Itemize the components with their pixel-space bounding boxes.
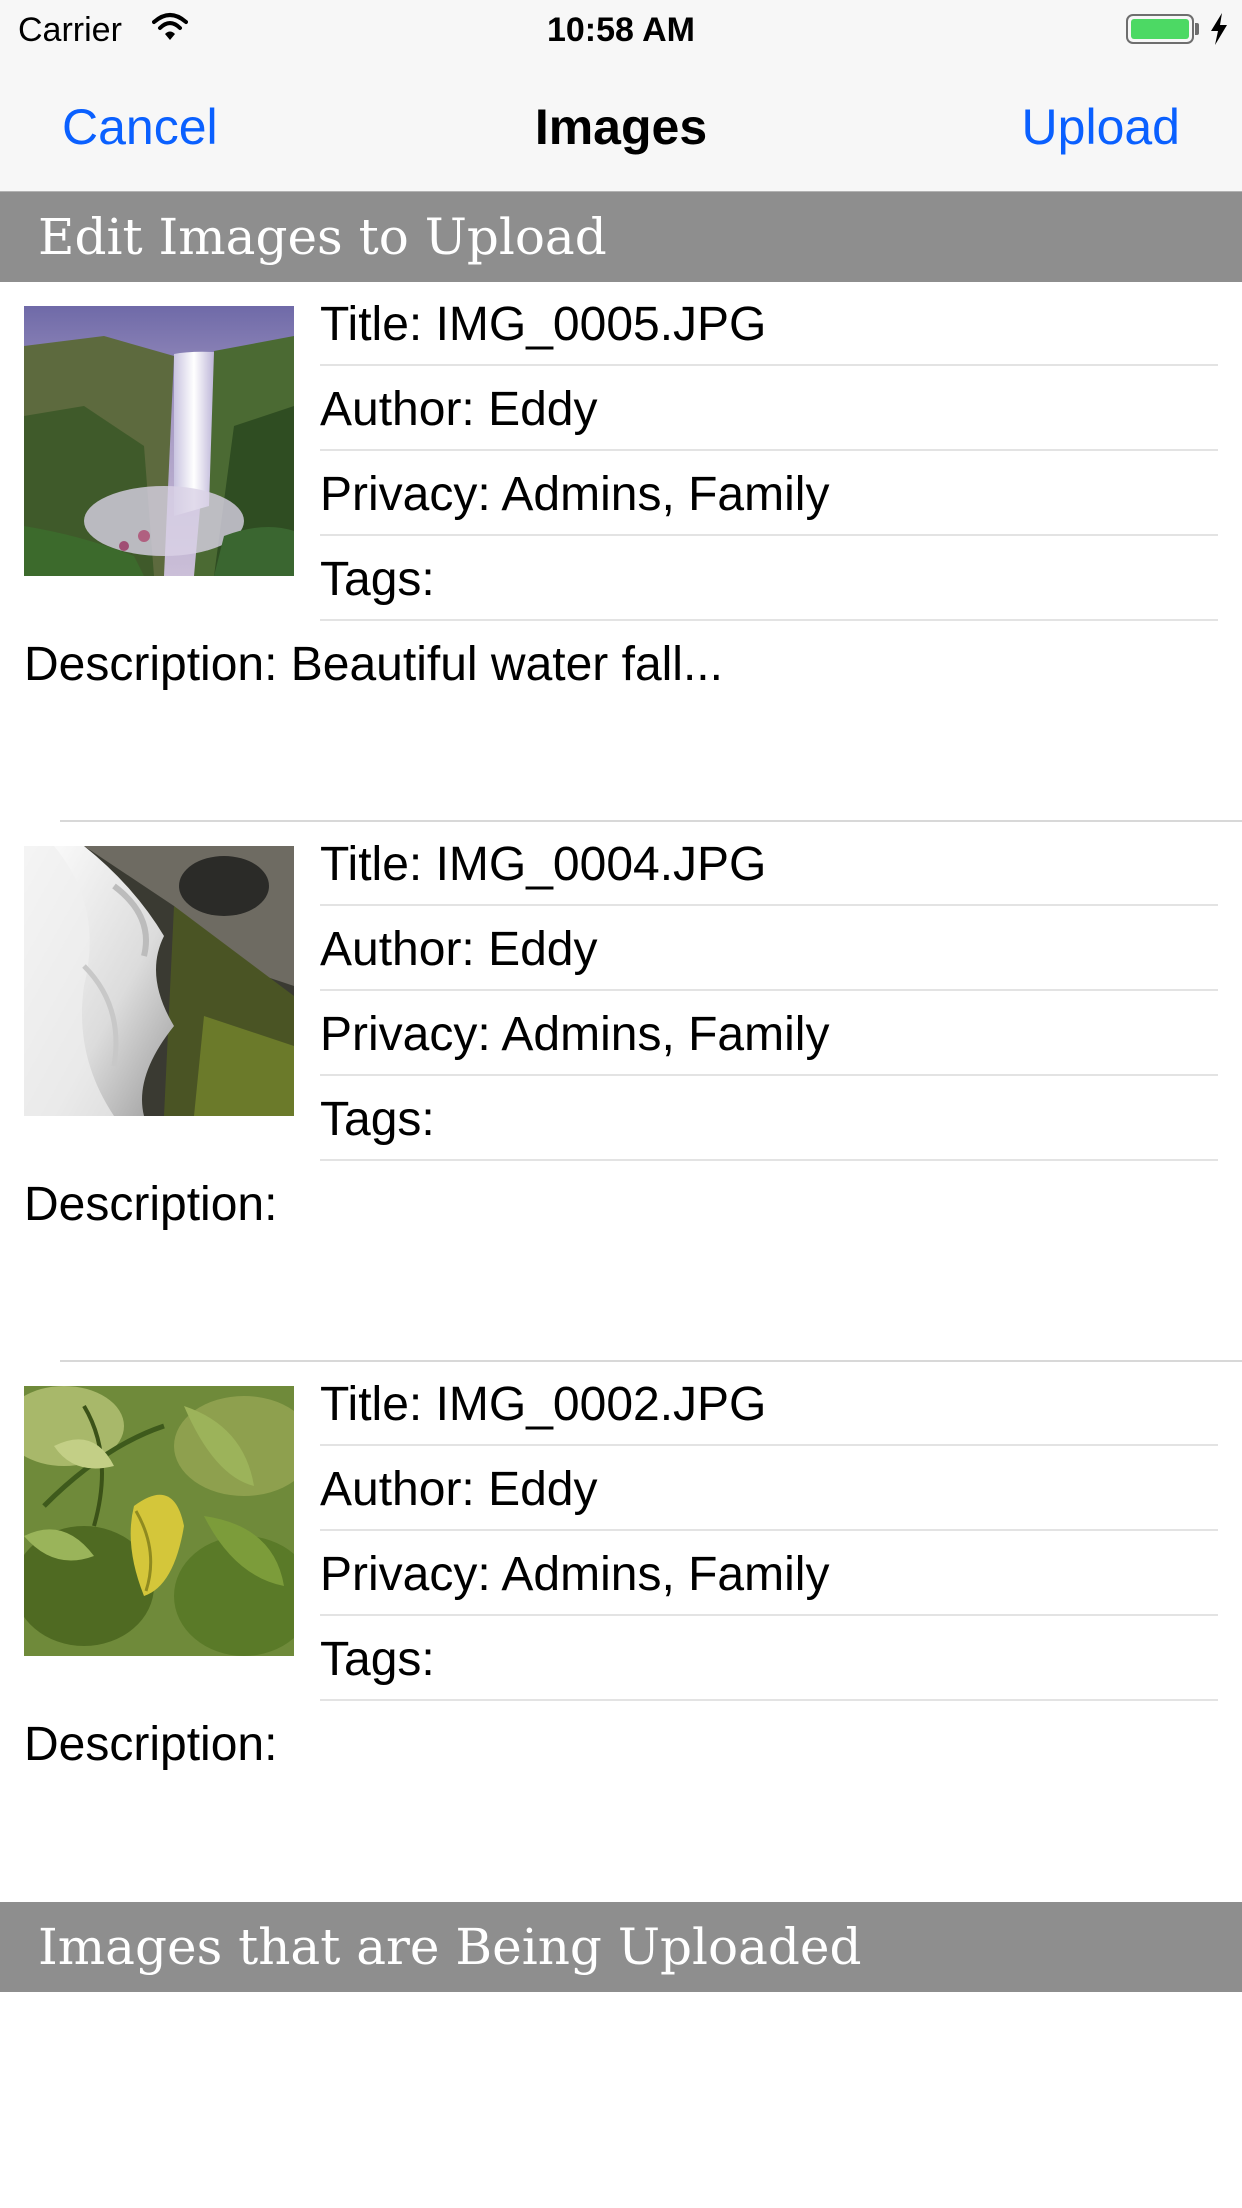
privacy-text: Privacy: Admins, Family (320, 1008, 830, 1061)
image-cell[interactable]: Title: IMG_0005.JPG Author: Eddy Privacy… (0, 282, 1242, 822)
section-header-uploading: Images that are Being Uploaded (0, 1902, 1242, 1992)
battery-icon (1126, 14, 1194, 44)
description-field[interactable]: Description: (24, 1162, 1218, 1282)
description-field[interactable]: Description: (24, 1702, 1218, 1822)
privacy-field[interactable]: Privacy: Admins, Family (320, 452, 1218, 536)
author-field[interactable]: Author: Eddy (320, 367, 1218, 451)
battery-level (1131, 19, 1189, 39)
privacy-field[interactable]: Privacy: Admins, Family (320, 992, 1218, 1076)
description-text: Description: Beautiful water fall... (24, 638, 723, 691)
navigation-bar: Cancel Images Upload (0, 60, 1242, 192)
tags-field[interactable]: Tags: (320, 1077, 1218, 1161)
waterfall-thumbnail (24, 846, 294, 1116)
title-text: Title: IMG_0002.JPG (320, 1378, 767, 1431)
tags-field[interactable]: Tags: (320, 1617, 1218, 1701)
waterfall-thumbnail (24, 306, 294, 576)
section-header-uploading-label: Images that are Being Uploaded (38, 1918, 862, 1976)
privacy-text: Privacy: Admins, Family (320, 1548, 830, 1601)
tags-text: Tags: (320, 1633, 435, 1686)
tags-field[interactable]: Tags: (320, 537, 1218, 621)
privacy-field[interactable]: Privacy: Admins, Family (320, 1532, 1218, 1616)
image-cell[interactable]: Title: IMG_0002.JPG Author: Eddy Privacy… (0, 1362, 1242, 1902)
title-field[interactable]: Title: IMG_0005.JPG (320, 282, 1218, 366)
title-text: Title: IMG_0005.JPG (320, 298, 767, 351)
image-thumbnail[interactable] (24, 846, 294, 1116)
tags-text: Tags: (320, 1093, 435, 1146)
author-text: Author: Eddy (320, 923, 598, 976)
privacy-text: Privacy: Admins, Family (320, 468, 830, 521)
tags-text: Tags: (320, 553, 435, 606)
image-thumbnail[interactable] (24, 1386, 294, 1656)
description-text: Description: (24, 1178, 278, 1231)
title-field[interactable]: Title: IMG_0002.JPG (320, 1362, 1218, 1446)
section-header-edit: Edit Images to Upload (0, 192, 1242, 282)
section-header-edit-label: Edit Images to Upload (38, 208, 607, 266)
title-text: Title: IMG_0004.JPG (320, 838, 767, 891)
battery-nub (1195, 23, 1199, 35)
author-field[interactable]: Author: Eddy (320, 907, 1218, 991)
leaves-thumbnail (24, 1386, 294, 1656)
description-text: Description: (24, 1718, 278, 1771)
author-text: Author: Eddy (320, 1463, 598, 1516)
image-thumbnail[interactable] (24, 306, 294, 576)
status-time: 10:58 AM (546, 11, 696, 49)
author-text: Author: Eddy (320, 383, 598, 436)
screen: Carrier 10:58 AM Cancel Images Upload Ed… (0, 0, 1242, 2208)
title-field[interactable]: Title: IMG_0004.JPG (320, 822, 1218, 906)
author-field[interactable]: Author: Eddy (320, 1447, 1218, 1531)
status-bar: Carrier 10:58 AM (0, 0, 1242, 60)
charging-bolt-icon (1211, 13, 1227, 45)
upload-button[interactable]: Upload (1022, 98, 1180, 156)
description-field[interactable]: Description: Beautiful water fall... (24, 622, 1218, 742)
image-cell[interactable]: Title: IMG_0004.JPG Author: Eddy Privacy… (0, 822, 1242, 1362)
